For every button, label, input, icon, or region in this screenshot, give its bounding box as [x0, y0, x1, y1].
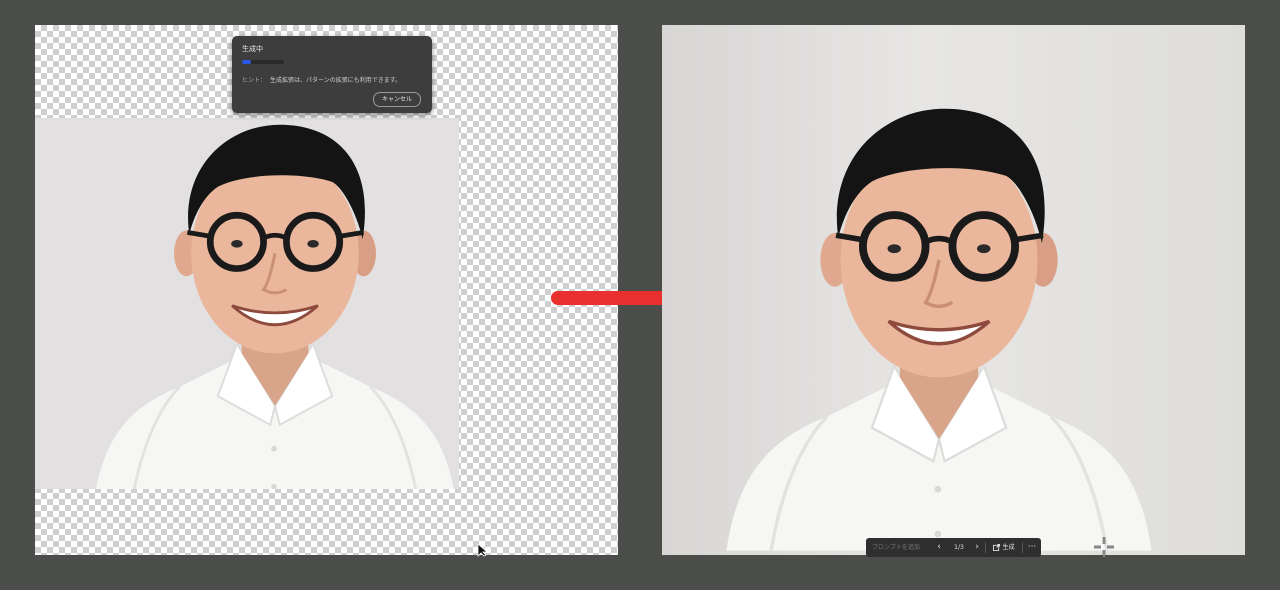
divider [1022, 542, 1023, 553]
arrow-pointer-icon [477, 543, 489, 557]
right-canvas-expanded [662, 25, 1245, 555]
generate-icon [993, 544, 1001, 551]
generate-label: 生成 [1002, 544, 1015, 551]
progress-bar [242, 60, 284, 64]
expanded-portrait-image [704, 103, 1174, 551]
generating-dialog: 生成中 ヒント： 生成拡張は、パターンの拡張にも利用できます。 キャンセル [232, 36, 432, 113]
generate-button[interactable]: 生成 [988, 538, 1020, 557]
variant-counter: 1/3 [954, 544, 964, 551]
portrait-image [75, 120, 459, 489]
divider [985, 542, 986, 553]
crosshair-cursor-icon [1094, 537, 1114, 557]
hint-label: ヒント： [242, 77, 267, 84]
chevron-right-icon[interactable]: › [972, 538, 982, 557]
cancel-button[interactable]: キャンセル [372, 92, 421, 107]
more-options-button[interactable]: ··· [1024, 538, 1040, 557]
chevron-left-icon[interactable]: ‹ [934, 538, 944, 557]
dialog-title: 生成中 [242, 45, 263, 53]
hint-message: 生成拡張は、パターンの拡張にも利用できます。 [270, 77, 402, 84]
progress-fill [242, 60, 252, 64]
hint-text-row: ヒント： 生成拡張は、パターンの拡張にも利用できます。 [242, 75, 401, 84]
prompt-input[interactable] [870, 541, 932, 554]
original-photo [35, 118, 459, 489]
contextual-taskbar: ‹ 1/3 › 生成 ··· [866, 538, 1041, 557]
